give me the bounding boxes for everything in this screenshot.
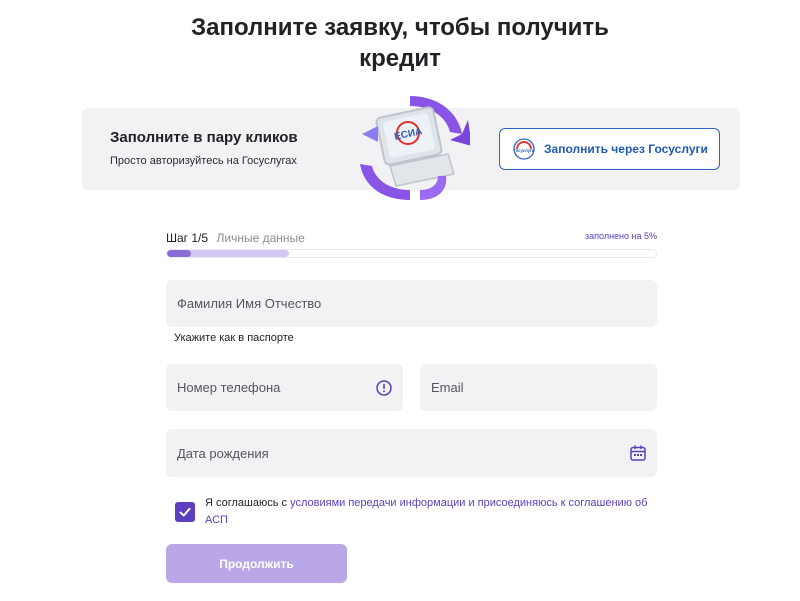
step-name: Личные данные bbox=[216, 231, 305, 245]
gosuslugi-logo-text: Госуслуги bbox=[514, 148, 535, 153]
consent-text: Я соглашаюсь с условиями передачи информ… bbox=[205, 495, 665, 529]
consent-checkbox[interactable] bbox=[175, 502, 195, 522]
phone-field[interactable] bbox=[166, 364, 403, 411]
full-name-hint: Укажите как в паспорте bbox=[174, 332, 294, 344]
email-field[interactable] bbox=[420, 364, 657, 411]
gosuslugi-logo-icon: Госуслуги bbox=[513, 138, 535, 160]
birth-date-input[interactable] bbox=[177, 445, 657, 461]
page-title-line-1: Заполните заявку, чтобы получить bbox=[191, 14, 609, 41]
page-title: Заполните заявку, чтобы получить кредит bbox=[0, 12, 800, 74]
gosuslugi-banner: Заполните в пару кликов Просто авторизуй… bbox=[82, 96, 740, 200]
birth-date-field[interactable] bbox=[166, 429, 657, 477]
gosuslugi-button-label: Заполнить через Госуслуги bbox=[544, 142, 708, 156]
email-input[interactable] bbox=[431, 380, 657, 395]
page-title-line-2: кредит bbox=[359, 45, 441, 72]
full-name-field[interactable] bbox=[166, 280, 657, 327]
esia-laptop-illustration: ЕСИА bbox=[360, 96, 470, 200]
continue-button[interactable]: Продолжить bbox=[166, 544, 347, 583]
gosuslugi-heading: Заполните в пару кликов bbox=[110, 129, 298, 146]
gosuslugi-subheading: Просто авторизуйтесь на Госуслугах bbox=[110, 155, 297, 167]
consent-prefix: Я соглашаюсь с bbox=[205, 497, 291, 509]
step-count: Шаг 1/5 bbox=[166, 231, 209, 245]
step-indicator: Шаг 1/5 Личные данные заполнено на 5% bbox=[166, 229, 657, 245]
info-circle-icon[interactable] bbox=[376, 380, 392, 396]
gosuslugi-login-button[interactable]: Госуслуги Заполнить через Госуслуги bbox=[499, 128, 720, 170]
full-name-input[interactable] bbox=[177, 296, 657, 311]
phone-input[interactable] bbox=[177, 380, 403, 395]
checkmark-icon bbox=[179, 507, 191, 517]
progress-bar bbox=[166, 249, 657, 258]
progress-percent-label: заполнено на 5% bbox=[585, 231, 657, 241]
progress-bar-fill bbox=[167, 250, 192, 257]
calendar-icon[interactable] bbox=[629, 444, 647, 462]
